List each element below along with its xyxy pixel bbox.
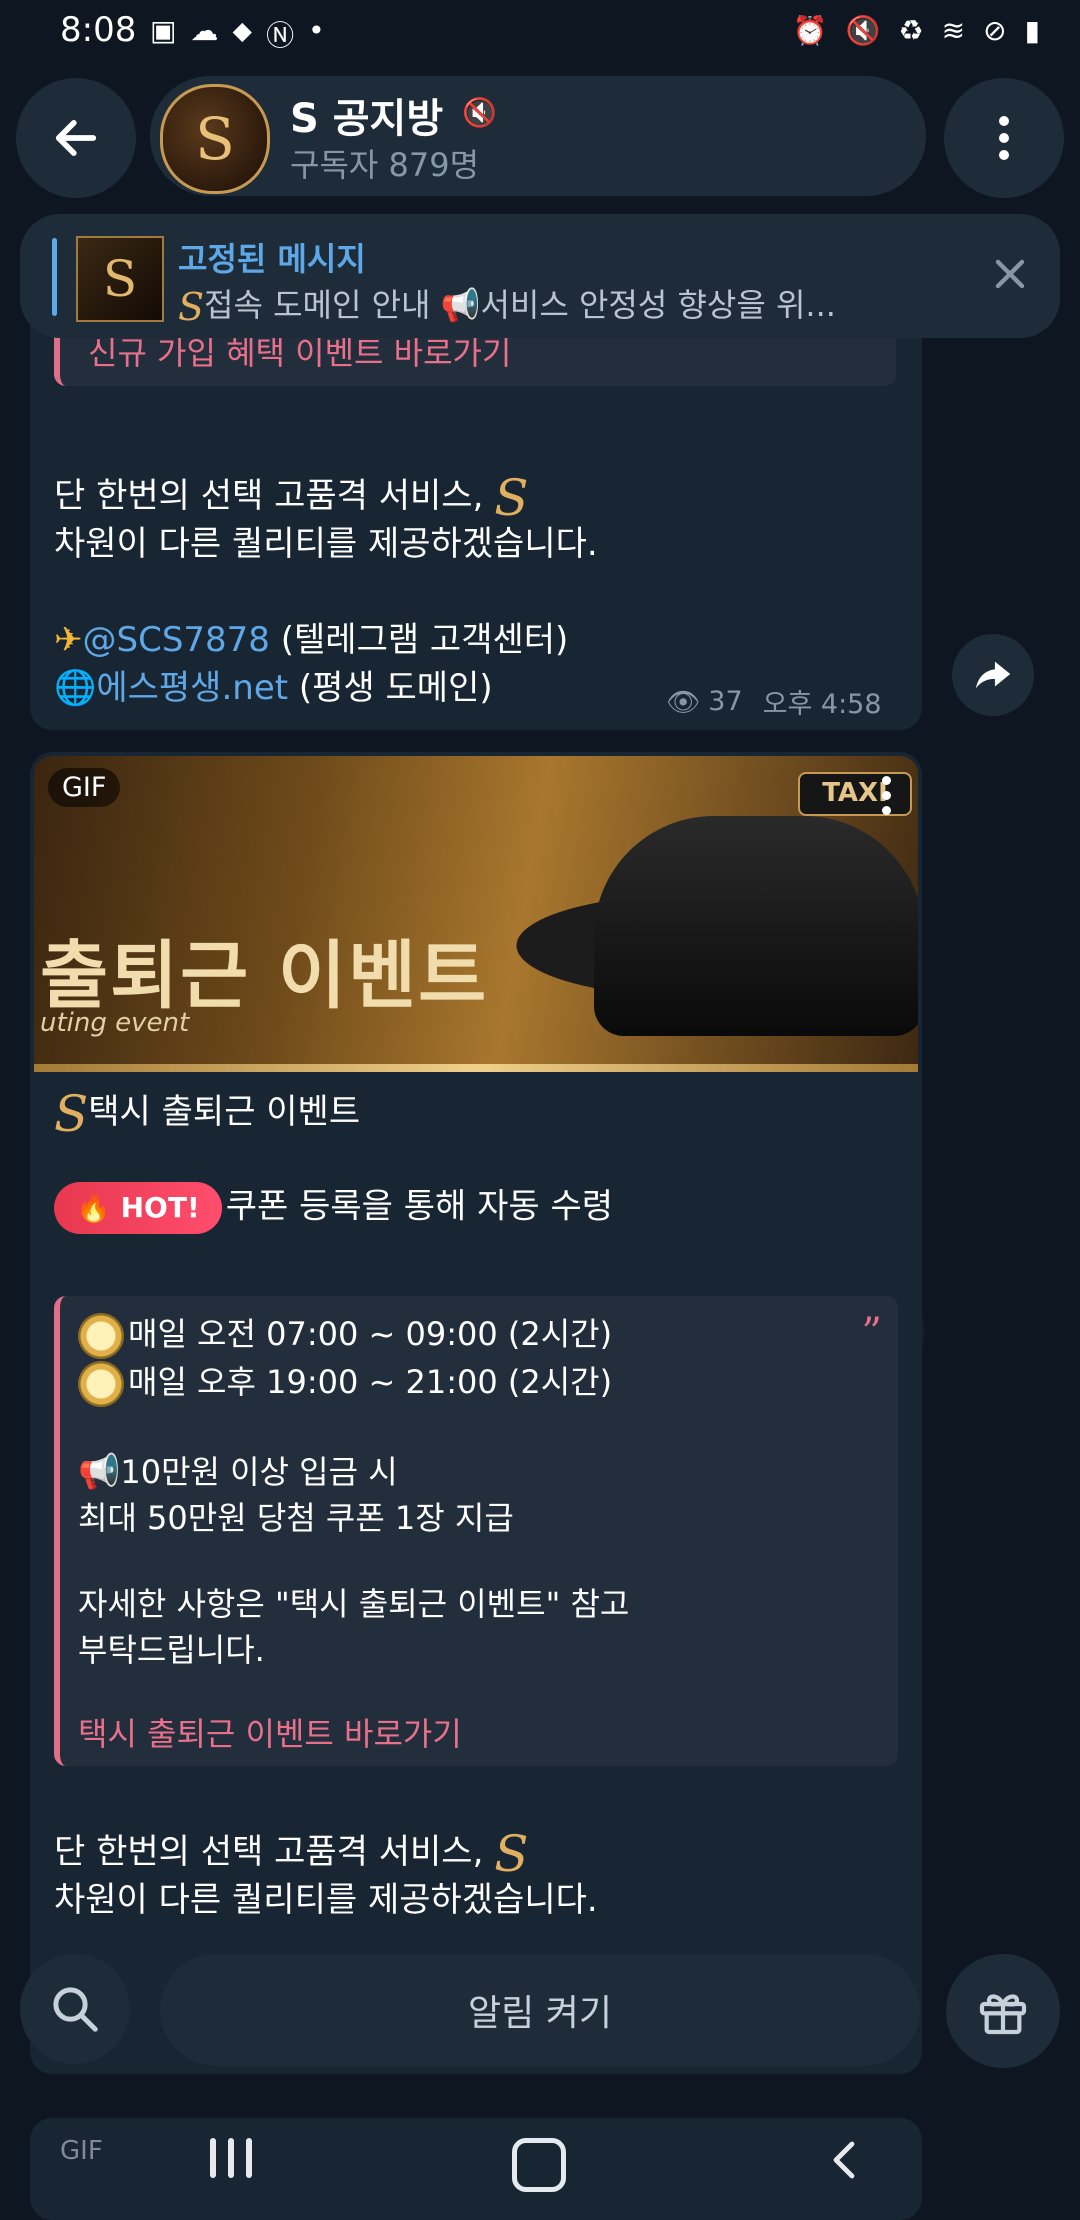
muted-icon: 🔇: [462, 96, 497, 129]
mute-icon: 🔇: [845, 14, 881, 47]
notify-toggle-button[interactable]: 알림 켜기: [160, 1954, 920, 2066]
recent-apps-button[interactable]: [210, 2138, 252, 2178]
gif-media[interactable]: TAXI 출퇴근 이벤트 uting event GIF: [34, 756, 918, 1072]
event-title: S택시 출퇴근 이벤트: [54, 1084, 361, 1143]
battery-icon: ▮: [1024, 14, 1040, 47]
gif-more-button[interactable]: [882, 776, 891, 815]
channel-header[interactable]: S S 공지방 🔇 구독자 879명: [150, 76, 926, 196]
status-time: 8:08: [60, 10, 137, 50]
view-count: 37: [708, 686, 743, 717]
fire-icon: 🔥: [76, 1191, 111, 1224]
pinned-message-bar[interactable]: S 고정된 메시지 S접속 도메인 안내 📢서비스 안정성 향상을 위...: [20, 214, 1060, 338]
hot-badge: 🔥 HOT!: [54, 1182, 222, 1234]
location-icon: ⬥: [232, 14, 253, 47]
search-icon: [53, 1987, 98, 2032]
status-bar: 8:08 ▣ ☁ ⬥ Ⓝ • ⏰ 🔇 ♻ ≋ ⊘ ▮: [0, 0, 1080, 64]
paper-plane-icon: ✈: [54, 620, 83, 660]
car-image: [594, 816, 918, 1036]
dot-2: [999, 133, 1009, 143]
bar-1: [210, 2138, 216, 2178]
hot-line: 🔥 HOT! 쿠폰 등록을 통해 자동 수령: [54, 1182, 613, 1234]
battery-saver-icon: ♻: [898, 14, 924, 47]
dot-2: [882, 791, 891, 800]
s-logo-icon: S: [494, 1824, 529, 1883]
pinned-title: 고정된 메시지: [178, 240, 366, 278]
gallery-icon: ▣: [150, 14, 177, 47]
search-button[interactable]: [20, 1954, 130, 2064]
coupon-line: 최대 50만원 당첨 쿠폰 1장 지급: [78, 1499, 514, 1537]
wifi-icon: ≋: [941, 14, 966, 47]
message-line: 단 한번의 선택 고품격 서비스, S: [54, 1824, 529, 1883]
status-right-icons: ⏰ 🔇 ♻ ≋ ⊘ ▮: [793, 14, 1040, 47]
dot-icon: •: [308, 14, 325, 47]
system-nav-bar: [0, 2110, 1080, 2220]
subscriber-count: 구독자 879명: [290, 146, 480, 184]
gift-icon: [979, 1994, 1027, 2035]
gif-subtitle: uting event: [40, 1008, 190, 1038]
dot-1: [999, 116, 1009, 126]
schedule-line: 매일 오전 07:00 ~ 09:00 (2시간): [78, 1310, 612, 1359]
home-button[interactable]: [512, 2138, 566, 2192]
megaphone-icon: 📢: [78, 1452, 121, 1492]
bar-3: [246, 2138, 252, 2178]
quote-icon: ”: [861, 1310, 882, 1356]
telegram-line: ✈@SCS7878 (텔레그램 고객센터): [54, 620, 569, 660]
pinned-preview: S접속 도메인 안내 📢서비스 안정성 향상을 위...: [178, 285, 836, 327]
share-arrow-icon: [975, 661, 1011, 689]
back-button[interactable]: [16, 78, 136, 198]
share-button[interactable]: [952, 634, 1034, 716]
domain-link[interactable]: 에스평생.net: [96, 668, 288, 708]
clock-icon: [78, 1313, 124, 1359]
nav-back-icon[interactable]: [822, 2136, 870, 2184]
eye-icon: 👁: [666, 686, 701, 718]
deposit-line: 📢10만원 이상 입금 시: [78, 1448, 398, 1496]
status-left-icons: ▣ ☁ ⬥ Ⓝ •: [150, 14, 325, 54]
s-logo-icon: S: [54, 1084, 89, 1143]
close-icon[interactable]: [986, 250, 1034, 298]
schedule-line: 매일 오후 19:00 ~ 21:00 (2시간): [78, 1358, 612, 1407]
dnd-icon: ⊘: [983, 14, 1007, 47]
weather-icon: ☁: [190, 14, 219, 47]
message-bubble-2[interactable]: TAXI 출퇴근 이벤트 uting event GIF S택시 출퇴근 이벤트…: [30, 752, 922, 2074]
taxi-event-link[interactable]: 택시 출퇴근 이벤트 바로가기: [78, 1710, 462, 1758]
globe-icon: 🌐: [54, 668, 97, 708]
clock-icon: [78, 1361, 124, 1407]
pinned-accent: [52, 238, 57, 316]
quote-block: ” 매일 오전 07:00 ~ 09:00 (2시간) 매일 오후 19:00 …: [54, 1296, 898, 1766]
pinned-thumbnail: S: [76, 236, 164, 322]
gif-badge: GIF: [48, 768, 121, 807]
more-options-button[interactable]: [944, 78, 1064, 198]
detail-line: 자세한 사항은 "택시 출퇴근 이벤트" 참고: [78, 1585, 630, 1623]
dot-3: [882, 806, 891, 815]
message-line: 단 한번의 선택 고품격 서비스, S: [54, 468, 529, 527]
gift-button[interactable]: [946, 1954, 1060, 2068]
back-arrow-icon: [55, 120, 97, 156]
dot-1: [882, 776, 891, 785]
telegram-handle-link[interactable]: @SCS7878: [83, 620, 270, 660]
domain-line: 🌐에스평생.net (평생 도메인): [54, 668, 493, 708]
n-icon: Ⓝ: [266, 19, 295, 52]
channel-avatar[interactable]: S: [160, 84, 270, 194]
message-time: 오후 4:58: [762, 689, 882, 720]
detail-line: 부탁드립니다.: [78, 1631, 265, 1669]
taxi-sign: TAXI: [798, 772, 912, 816]
message-line: 차원이 다른 퀄리티를 제공하겠습니다.: [54, 524, 598, 564]
s-logo-icon: S: [494, 468, 529, 527]
alarm-icon: ⏰: [792, 14, 828, 47]
channel-name: S 공지방: [290, 96, 444, 142]
bar-2: [228, 2138, 234, 2178]
gold-line: [34, 1064, 918, 1072]
s-logo-icon: S: [178, 285, 205, 327]
dot-3: [999, 150, 1009, 160]
message-line: 차원이 다른 퀄리티를 제공하겠습니다.: [54, 1880, 598, 1920]
message-meta: 👁 37 오후 4:58: [666, 682, 882, 721]
gif-headline: 출퇴근 이벤트: [40, 933, 489, 1019]
